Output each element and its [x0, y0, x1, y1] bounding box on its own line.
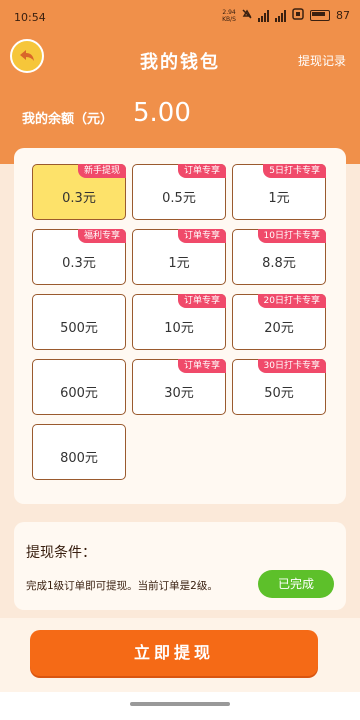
card-amount: 30元 [164, 386, 194, 401]
status-icons: 2.94 KB/S 87 [222, 8, 350, 23]
card-tag: 新手提现 [77, 164, 126, 178]
amount-card[interactable]: 10日打卡专享 8.8元 [232, 229, 326, 285]
network-speed-unit: KB/S [222, 15, 236, 23]
card-amount: 1元 [168, 256, 190, 271]
card-tag: 5日打卡专享 [263, 164, 326, 178]
amount-card[interactable]: 福利专享 0.3元 [32, 229, 126, 285]
card-amount: 0.5元 [162, 191, 196, 206]
amount-panel: 新手提现 0.3元 订单专享 0.5元 5日打卡专享 1元 福利专享 0.3元 … [14, 148, 346, 504]
card-amount: 600元 [60, 386, 98, 401]
amount-card[interactable]: 订单专享 30元 [132, 359, 226, 415]
card-amount: 10元 [164, 321, 194, 336]
status-time: 10:54 [14, 11, 46, 24]
withdraw-now-button[interactable]: 立即提现 [30, 630, 318, 676]
card-amount: 50元 [264, 386, 294, 401]
card-amount: 1元 [268, 191, 290, 206]
balance-value: 5.00 [133, 98, 191, 128]
amount-card[interactable]: 订单专享 10元 [132, 294, 226, 350]
amount-card[interactable]: 新手提现 0.3元 [32, 164, 126, 220]
mute-icon [242, 8, 252, 23]
card-tag: 福利专享 [77, 229, 126, 243]
system-nav-bar [0, 692, 360, 720]
amount-card[interactable]: 800元 [32, 424, 126, 480]
completed-button[interactable]: 已完成 [258, 570, 334, 598]
condition-panel: 提现条件： 完成1级订单即可提现。当前订单是2级。 已完成 [14, 522, 346, 610]
card-tag: 20日打卡专享 [257, 294, 326, 308]
home-indicator[interactable] [130, 702, 230, 706]
card-tag: 订单专享 [177, 359, 226, 373]
amount-card[interactable]: 30日打卡专享 50元 [232, 359, 326, 415]
condition-title: 提现条件： [26, 545, 96, 561]
withdraw-record-link[interactable]: 提现记录 [298, 52, 346, 69]
amount-card[interactable]: 500元 [32, 294, 126, 350]
status-bar: 10:54 2.94 KB/S 87 [0, 0, 360, 34]
card-tag: 订单专享 [177, 164, 226, 178]
condition-text: 完成1级订单即可提现。当前订单是2级。 [26, 580, 218, 592]
card-tag: 订单专享 [177, 294, 226, 308]
card-amount: 500元 [60, 321, 98, 336]
card-amount: 0.3元 [62, 191, 96, 206]
card-amount: 20元 [264, 321, 294, 336]
signal-1-icon [258, 9, 269, 22]
card-tag: 订单专享 [177, 229, 226, 243]
network-speed: 2.94 KB/S [222, 9, 236, 23]
amount-card[interactable]: 600元 [32, 359, 126, 415]
notification-icon [292, 8, 304, 23]
amount-card[interactable]: 订单专享 1元 [132, 229, 226, 285]
card-tag: 30日打卡专享 [257, 359, 326, 373]
signal-2-icon [275, 9, 286, 22]
amount-card[interactable]: 20日打卡专享 20元 [232, 294, 326, 350]
card-tag: 10日打卡专享 [257, 229, 326, 243]
network-speed-value: 2.94 [222, 8, 236, 16]
battery-icon [310, 10, 330, 21]
card-amount: 800元 [60, 451, 98, 466]
amount-card[interactable]: 5日打卡专享 1元 [232, 164, 326, 220]
battery-level: 87 [336, 9, 350, 22]
card-amount: 8.8元 [262, 256, 296, 271]
card-amount: 0.3元 [62, 256, 96, 271]
amount-card[interactable]: 订单专享 0.5元 [132, 164, 226, 220]
balance-label: 我的余额（元） [22, 112, 114, 127]
